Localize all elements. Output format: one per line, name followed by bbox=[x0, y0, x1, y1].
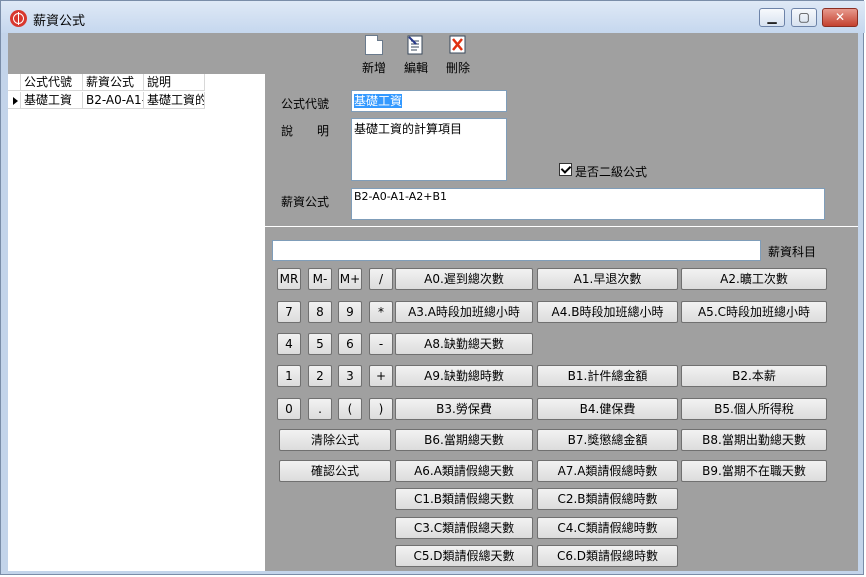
code-value: 基礎工資 bbox=[354, 94, 403, 108]
minimize-button[interactable]: ▁ bbox=[759, 8, 785, 27]
column-header-description[interactable]: 說明 bbox=[144, 74, 205, 91]
description-label: 說 明 bbox=[281, 124, 330, 138]
column-header-code[interactable]: 公式代號 bbox=[21, 74, 83, 91]
item-b4-button[interactable]: B4.健保費 bbox=[537, 398, 678, 420]
item-b6-button[interactable]: B6.當期總天數 bbox=[395, 429, 533, 451]
item-b5-button[interactable]: B5.個人所得稅 bbox=[681, 398, 827, 420]
item-a7-button[interactable]: A7.A類請假總時數 bbox=[537, 460, 678, 482]
window-title: 薪資公式 bbox=[33, 14, 86, 29]
second-level-label[interactable]: 是否二級公式 bbox=[575, 163, 647, 180]
formula-label: 薪資公式 bbox=[281, 195, 330, 209]
key-6[interactable]: 6 bbox=[338, 333, 362, 355]
key-0[interactable]: 0 bbox=[277, 398, 301, 420]
item-a6-button[interactable]: A6.A類請假總天數 bbox=[395, 460, 533, 482]
description-field[interactable]: 基礎工資的計算項目 bbox=[351, 118, 507, 181]
formula-grid[interactable]: 公式代號 薪資公式 說明 基礎工資 B2-A0-A1-A2 基礎工資的 bbox=[8, 74, 264, 571]
app-window: 薪資公式 ▁ ▢ ✕ 新增 編輯 刪除 公式代號 薪資公式 說明 基礎工資 B2… bbox=[0, 0, 865, 575]
cell-formula[interactable]: B2-A0-A1-A2 bbox=[83, 92, 144, 109]
client-area: 新增 編輯 刪除 公式代號 薪資公式 說明 基礎工資 B2-A0-A1 基礎工資… bbox=[8, 33, 858, 571]
item-b9-button[interactable]: B9.當期不在職天數 bbox=[681, 460, 827, 482]
close-button[interactable]: ✕ bbox=[822, 8, 858, 27]
key-4[interactable]: 4 bbox=[277, 333, 301, 355]
code-label: 公式代號 bbox=[281, 97, 330, 111]
toolbar: 新增 編輯 刪除 bbox=[8, 33, 858, 75]
second-level-checkbox[interactable] bbox=[559, 163, 572, 176]
item-a0-button[interactable]: A0.遲到總次數 bbox=[395, 268, 533, 290]
item-c4-button[interactable]: C4.C類請假總時數 bbox=[537, 517, 678, 539]
current-row-arrow-icon bbox=[13, 97, 18, 105]
key-right-paren[interactable]: ) bbox=[369, 398, 393, 420]
key-m-plus[interactable]: M+ bbox=[338, 268, 362, 290]
column-header-formula[interactable]: 薪資公式 bbox=[83, 74, 144, 91]
add-button[interactable]: 新增 bbox=[355, 34, 393, 75]
edit-document-icon bbox=[407, 35, 425, 55]
item-a9-button[interactable]: A9.缺勤總時數 bbox=[395, 365, 533, 387]
cell-code[interactable]: 基礎工資 bbox=[21, 92, 83, 109]
item-b7-button[interactable]: B7.獎懲總金額 bbox=[537, 429, 678, 451]
key-plus[interactable]: + bbox=[369, 365, 393, 387]
confirm-formula-button[interactable]: 確認公式 bbox=[279, 460, 391, 482]
key-minus[interactable]: - bbox=[369, 333, 393, 355]
key-m-minus[interactable]: M- bbox=[308, 268, 332, 290]
item-b2-button[interactable]: B2.本薪 bbox=[681, 365, 827, 387]
row-selector[interactable] bbox=[8, 92, 21, 109]
grid-header-row: 公式代號 薪資公式 說明 bbox=[8, 74, 264, 92]
maximize-button[interactable]: ▢ bbox=[791, 8, 817, 27]
minimize-icon: ▁ bbox=[767, 10, 777, 24]
item-c1-button[interactable]: C1.B類請假總天數 bbox=[395, 488, 533, 510]
item-a1-button[interactable]: A1.早退次數 bbox=[537, 268, 678, 290]
section-divider bbox=[265, 226, 858, 227]
salary-subject-field[interactable] bbox=[272, 240, 761, 261]
title-bar[interactable]: 薪資公式 ▁ ▢ ✕ bbox=[1, 1, 865, 33]
item-a4-button[interactable]: A4.B時段加班總小時 bbox=[537, 301, 678, 323]
code-field[interactable]: 基礎工資 bbox=[351, 90, 507, 112]
close-icon: ✕ bbox=[834, 10, 846, 24]
key-left-paren[interactable]: ( bbox=[338, 398, 362, 420]
item-c5-button[interactable]: C5.D類請假總天數 bbox=[395, 545, 533, 567]
item-c6-button[interactable]: C6.D類請假總時數 bbox=[537, 545, 678, 567]
key-8[interactable]: 8 bbox=[308, 301, 332, 323]
new-document-icon bbox=[365, 35, 383, 55]
app-globe-icon bbox=[10, 10, 27, 27]
item-a2-button[interactable]: A2.曠工次數 bbox=[681, 268, 827, 290]
delete-button[interactable]: 刪除 bbox=[439, 34, 477, 75]
add-label: 新增 bbox=[361, 61, 386, 75]
panel-divider bbox=[264, 74, 265, 571]
item-c2-button[interactable]: C2.B類請假總時數 bbox=[537, 488, 678, 510]
delete-label: 刪除 bbox=[445, 61, 470, 75]
edit-button[interactable]: 編輯 bbox=[397, 34, 435, 75]
table-row[interactable]: 基礎工資 B2-A0-A1-A2 基礎工資的 bbox=[8, 92, 264, 110]
salary-subject-label: 薪資科目 bbox=[768, 245, 817, 259]
key-9[interactable]: 9 bbox=[338, 301, 362, 323]
key-1[interactable]: 1 bbox=[277, 365, 301, 387]
item-b8-button[interactable]: B8.當期出勤總天數 bbox=[681, 429, 827, 451]
item-b1-button[interactable]: B1.計件總金額 bbox=[537, 365, 678, 387]
delete-icon bbox=[449, 35, 467, 55]
item-a3-button[interactable]: A3.A時段加班總小時 bbox=[395, 301, 533, 323]
key-divide[interactable]: / bbox=[369, 268, 393, 290]
clear-formula-button[interactable]: 清除公式 bbox=[279, 429, 391, 451]
key-2[interactable]: 2 bbox=[308, 365, 332, 387]
item-b3-button[interactable]: B3.勞保費 bbox=[395, 398, 533, 420]
item-c3-button[interactable]: C3.C類請假總天數 bbox=[395, 517, 533, 539]
item-a8-button[interactable]: A8.缺勤總天數 bbox=[395, 333, 533, 355]
key-7[interactable]: 7 bbox=[277, 301, 301, 323]
item-a5-button[interactable]: A5.C時段加班總小時 bbox=[681, 301, 827, 323]
row-indicator-header bbox=[8, 74, 21, 91]
cell-description[interactable]: 基礎工資的 bbox=[144, 92, 205, 109]
key-5[interactable]: 5 bbox=[308, 333, 332, 355]
formula-field[interactable]: B2-A0-A1-A2+B1 bbox=[351, 188, 825, 220]
edit-label: 編輯 bbox=[403, 61, 428, 75]
key-multiply[interactable]: * bbox=[369, 301, 393, 323]
key-mr[interactable]: MR bbox=[277, 268, 301, 290]
maximize-icon: ▢ bbox=[798, 10, 810, 24]
key-dot[interactable]: . bbox=[308, 398, 332, 420]
key-3[interactable]: 3 bbox=[338, 365, 362, 387]
